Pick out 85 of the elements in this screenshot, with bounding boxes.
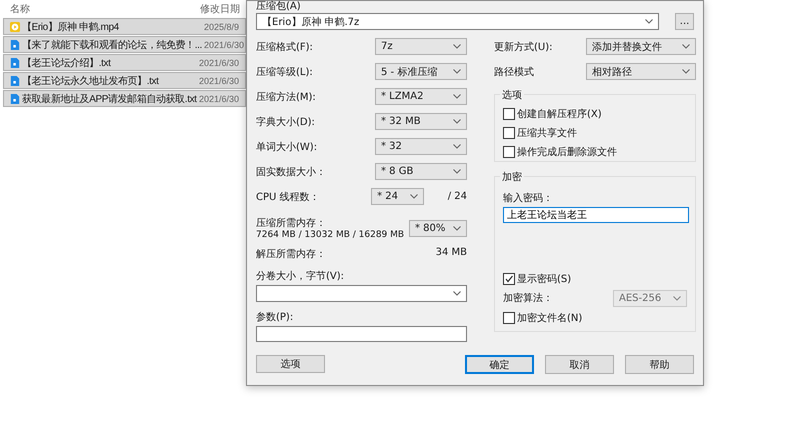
file-name: 获取最新地址及APP请发邮箱自动获取.txt — [22, 92, 197, 106]
dropdown[interactable]: * 32 — [375, 138, 467, 155]
dropdown[interactable]: * LZMA2 — [375, 88, 467, 105]
dropdown[interactable]: 添加并替换文件 — [586, 38, 696, 55]
checkbox-label[interactable]: 压缩共享文件 — [517, 126, 577, 140]
group-title: 选项 — [500, 88, 524, 102]
document-icon — [10, 40, 20, 50]
field-label: 压缩格式(F): — [256, 40, 314, 54]
field-label: 压缩等级(L): — [256, 66, 314, 78]
caret-icon — [453, 169, 461, 174]
input-field[interactable] — [256, 326, 467, 342]
file-row[interactable]: 获取最新地址及APP请发邮箱自动获取.txt 2021/6/30 — [3, 90, 246, 107]
file-date: 2021/6/30 — [198, 58, 240, 68]
document-icon — [10, 76, 20, 86]
field-label: 输入密码： — [503, 192, 554, 205]
column-header[interactable]: 名称 — [0, 2, 200, 16]
caret-icon — [453, 44, 461, 49]
field-label: 参数(P): — [256, 310, 294, 324]
dropdown[interactable] — [256, 285, 467, 302]
memory-detail: 7264 MB / 13032 MB / 16289 MB — [256, 230, 404, 240]
file-row[interactable]: 【来了就能下载和观看的论坛，纯免费！... 2021/6/30 — [3, 36, 246, 53]
dropdown[interactable]: 5 - 标准压缩 — [375, 63, 467, 80]
dropdown[interactable]: * 8 GB — [375, 163, 467, 180]
field-label: 解压所需内存： — [256, 248, 326, 261]
file-name: 【老王论坛永久地址发布页】.txt — [22, 74, 159, 88]
file-name: 【来了就能下载和观看的论坛，纯免费！... — [22, 38, 202, 52]
checkbox-label[interactable]: 显示密码(S) — [517, 272, 572, 286]
field-label: 压缩方法(M): — [256, 90, 317, 104]
caret-icon — [682, 69, 690, 74]
caret-icon — [453, 119, 461, 124]
memory-value: 34 MB — [436, 247, 467, 260]
file-row[interactable]: 【老王论坛永久地址发布页】.txt 2021/6/30 — [3, 72, 246, 89]
password-field[interactable]: 上老王论坛当老王 — [503, 207, 689, 224]
field-label: 单词大小(W): — [256, 140, 318, 154]
dropdown[interactable]: * 80% — [409, 220, 467, 236]
caret-icon — [453, 69, 461, 74]
checkbox[interactable] — [503, 272, 515, 285]
checkbox[interactable] — [503, 126, 515, 138]
field-label: 更新方式(U): — [494, 40, 552, 54]
field-label: 加密算法： — [503, 292, 553, 306]
browse-button[interactable]: ... — [675, 13, 694, 30]
group-title: 加密 — [500, 170, 524, 184]
play-icon — [10, 22, 20, 32]
dialog-button[interactable]: 确定 — [465, 355, 534, 374]
checkbox[interactable] — [503, 108, 515, 120]
archive-field[interactable]: 【Erio】原神 申鹤.7z — [256, 13, 660, 30]
dialog-button[interactable]: 取消 — [545, 355, 614, 374]
file-date: 2025/8/9 — [204, 22, 240, 32]
caret-icon — [682, 44, 690, 49]
checkbox-label[interactable]: 操作完成后删除源文件 — [517, 144, 617, 158]
options-button[interactable]: 选项 — [256, 355, 325, 373]
checkbox[interactable] — [503, 146, 515, 158]
file-name: 【老王论坛介绍】.txt — [22, 56, 111, 70]
field-label: 路径模式 — [494, 66, 534, 78]
thread-max: / 24 — [448, 191, 467, 202]
file-row[interactable]: 【老王论坛介绍】.txt 2021/6/30 — [3, 54, 246, 71]
field-label: CPU 线程数： — [256, 190, 321, 204]
document-icon — [10, 58, 20, 68]
file-date: 2021/6/30 — [198, 94, 240, 104]
caret-icon — [453, 94, 461, 99]
caret-icon — [453, 144, 461, 149]
file-row[interactable]: 【Erio】原神 申鹤.mp4 2025/8/9 — [3, 18, 246, 35]
document-icon — [10, 94, 20, 104]
caret-icon — [453, 226, 461, 230]
file-date: 2021/6/30 — [204, 40, 245, 50]
dropdown[interactable]: 相对路径 — [586, 63, 696, 80]
caret-icon — [645, 19, 654, 24]
field-label: 压缩包(A) — [256, 1, 302, 13]
caret-icon — [453, 291, 461, 296]
dialog-button[interactable]: 帮助 — [625, 355, 694, 374]
checkbox[interactable] — [503, 312, 515, 324]
checkbox-label[interactable]: 加密文件名(N) — [517, 310, 582, 325]
dropdown[interactable]: * 32 MB — [375, 113, 467, 130]
field-label: 压缩所需内存： — [256, 216, 327, 230]
field-label: 分卷大小，字节(V): — [256, 270, 346, 283]
column-header[interactable]: 修改日期 — [200, 2, 240, 16]
caret-icon — [410, 194, 418, 199]
field-label: 固实数据大小： — [256, 166, 327, 178]
file-name: 【Erio】原神 申鹤.mp4 — [22, 20, 119, 34]
caret-icon — [673, 296, 681, 301]
dropdown[interactable]: 7z — [375, 38, 467, 55]
checkbox-label[interactable]: 创建自解压程序(X) — [517, 106, 602, 120]
dropdown[interactable]: * 24 — [371, 188, 424, 205]
file-date: 2021/6/30 — [198, 76, 240, 86]
field-label: 字典大小(D): — [256, 116, 316, 128]
